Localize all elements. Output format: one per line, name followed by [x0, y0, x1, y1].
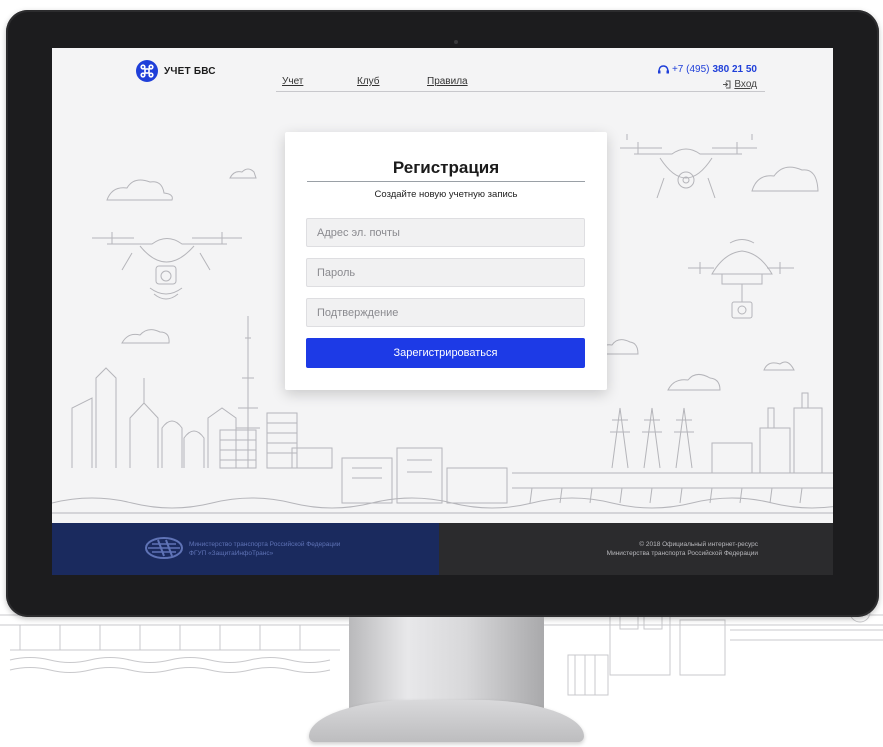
ministry-logo-icon — [145, 537, 183, 559]
phone-link[interactable]: +7 (495) 380 21 50 — [657, 64, 758, 75]
footer-right: © 2018 Официальный интернет-ресурс Минис… — [439, 523, 833, 575]
register-button[interactable]: Зарегистрироваться — [306, 338, 585, 368]
camera-dot — [454, 40, 458, 44]
logo[interactable]: УЧЕТ БВС — [136, 60, 216, 82]
footer-left: Министерство транспорта Российской Федер… — [52, 523, 439, 575]
form-title: Регистрация — [392, 158, 500, 177]
nav-item-rules[interactable]: Правила — [427, 76, 468, 87]
confirm-password-field[interactable] — [306, 298, 585, 327]
login-link[interactable]: Вход — [722, 79, 757, 90]
footer-right-line1: © 2018 Официальный интернет-ресурс — [639, 541, 758, 548]
logo-text-bold: БВС — [193, 65, 216, 77]
logo-text: УЧЕТ БВС — [164, 66, 216, 77]
footer-copyright: © 2018 Официальный интернет-ресурс Минис… — [607, 540, 758, 558]
monitor-stand-neck — [349, 617, 544, 709]
login-icon — [723, 80, 731, 89]
screen: УЧЕТ БВС Учет Клуб Правила +7 (495) 380 … — [52, 48, 833, 575]
nav-item-club[interactable]: Клуб — [357, 76, 380, 87]
footer-ministry-text: Министерство транспорта Российской Федер… — [189, 540, 340, 558]
nav-item-uchet[interactable]: Учет — [282, 76, 303, 87]
header-divider — [276, 91, 765, 92]
footer-right-line2: Министерства транспорта Российской Федер… — [606, 550, 758, 557]
phone-icon — [657, 65, 669, 74]
email-field[interactable] — [306, 218, 585, 247]
footer: Министерство транспорта Российской Федер… — [52, 523, 833, 575]
footer-left-line2: ФГУП «ЗащитаИнфоТранс» — [189, 550, 274, 557]
login-label: Вход — [734, 79, 757, 90]
phone-prefix: +7 (495) — [671, 64, 710, 75]
drone-logo-icon — [136, 60, 158, 82]
form-subtitle: Создайте новую учетную запись — [374, 189, 518, 200]
footer-left-line1: Министерство транспорта Российской Федер… — [189, 541, 341, 548]
title-divider — [307, 181, 585, 182]
password-field[interactable] — [306, 258, 585, 287]
phone-number: 380 21 50 — [712, 64, 758, 75]
logo-text-prefix: УЧЕТ — [164, 65, 191, 77]
registration-card: Регистрация Создайте новую учетную запис… — [285, 132, 607, 390]
